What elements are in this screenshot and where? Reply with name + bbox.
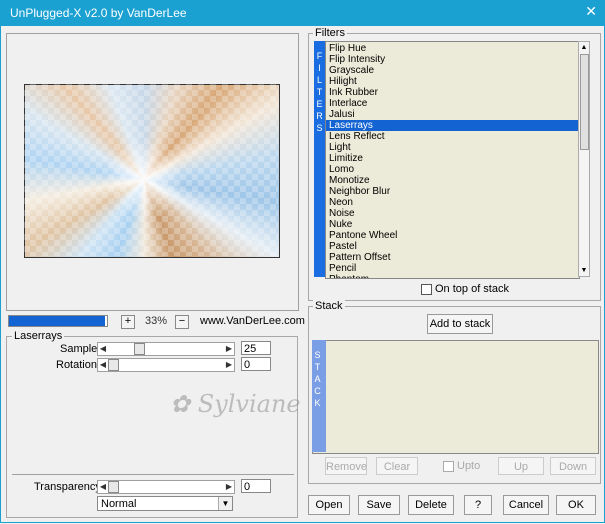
filters-scrollbar[interactable]: ▲ ▼: [578, 41, 590, 277]
filter-item[interactable]: Pattern Offset: [329, 252, 391, 263]
divider: [12, 474, 294, 475]
sample-slider-thumb[interactable]: [134, 343, 145, 355]
clear-button[interactable]: Clear: [376, 457, 418, 475]
filter-item[interactable]: Light: [329, 142, 351, 153]
filter-item[interactable]: Flip Intensity: [329, 54, 385, 65]
scrollbar-thumb[interactable]: [580, 54, 589, 150]
save-button[interactable]: Save: [358, 495, 400, 515]
filter-item[interactable]: Interlace: [329, 98, 367, 109]
filter-item[interactable]: Hilight: [329, 76, 357, 87]
upto-label: Upto: [457, 460, 481, 472]
slider-left-arrow-icon[interactable]: ◀: [98, 359, 108, 371]
website-link[interactable]: www.VanDerLee.com: [200, 315, 305, 327]
filter-item[interactable]: Lens Reflect: [329, 131, 385, 142]
side-letter: K: [314, 398, 321, 408]
rotation-slider-thumb[interactable]: [108, 359, 119, 371]
close-icon[interactable]: ✕: [585, 3, 597, 20]
side-letter: C: [314, 386, 321, 396]
slider-right-arrow-icon[interactable]: ▶: [224, 343, 234, 355]
transparency-slider-thumb[interactable]: [108, 481, 119, 493]
side-letter: A: [314, 374, 321, 384]
side-letter: E: [316, 99, 323, 109]
filter-item[interactable]: Laserrays: [326, 120, 579, 131]
blend-mode-value: Normal: [101, 498, 137, 510]
scroll-up-arrow-icon[interactable]: ▲: [579, 42, 589, 53]
side-letter: S: [314, 350, 321, 360]
transparency-checker: [24, 84, 278, 256]
side-letter: T: [316, 87, 323, 97]
open-button[interactable]: Open: [308, 495, 350, 515]
sample-slider[interactable]: ◀ ▶: [97, 342, 235, 356]
filter-item[interactable]: Pantone Wheel: [329, 230, 397, 241]
side-letter: S: [316, 123, 323, 133]
zoom-level: 33%: [145, 315, 168, 327]
stack-group-label: Stack: [313, 300, 345, 312]
side-letter: R: [316, 111, 323, 121]
help-button[interactable]: ?: [464, 495, 492, 515]
filter-item[interactable]: Neighbor Blur: [329, 186, 390, 197]
rotation-slider[interactable]: ◀ ▶: [97, 358, 235, 372]
on-top-label: On top of stack: [435, 283, 509, 295]
filter-item[interactable]: Grayscale: [329, 65, 374, 76]
transparency-value-field[interactable]: 0: [241, 479, 271, 493]
sample-label: Sample: [60, 343, 98, 355]
remove-button[interactable]: Remove: [325, 457, 367, 475]
progress-fill: [9, 316, 105, 326]
filter-item[interactable]: Lomo: [329, 164, 354, 175]
filter-item[interactable]: Phantom: [329, 274, 369, 278]
rotation-label: Rotation: [56, 359, 97, 371]
zoom-out-button[interactable]: −: [175, 315, 189, 329]
on-top-checkbox[interactable]: [421, 284, 432, 295]
transparency-label: Transparency: [34, 481, 101, 493]
parameters-group-label: Laserrays: [12, 330, 65, 342]
filter-item[interactable]: Noise: [329, 208, 355, 219]
transparency-slider[interactable]: ◀ ▶: [97, 480, 235, 494]
zoom-in-button[interactable]: +: [121, 315, 135, 329]
blend-mode-select[interactable]: Normal ▼: [97, 496, 233, 511]
slider-left-arrow-icon[interactable]: ◀: [98, 343, 108, 355]
ok-button[interactable]: OK: [556, 495, 596, 515]
filter-item[interactable]: Neon: [329, 197, 353, 208]
stack-side-band: STACK: [312, 340, 326, 452]
watermark: ✿ Sylviane: [170, 390, 301, 418]
filters-list[interactable]: Flip Hue Flip Intensity Grayscale Hilight In…: [325, 41, 580, 279]
slider-left-arrow-icon[interactable]: ◀: [98, 481, 108, 493]
cancel-button[interactable]: Cancel: [503, 495, 549, 515]
sample-value-field[interactable]: 25: [241, 341, 271, 355]
filter-item[interactable]: Pastel: [329, 241, 357, 252]
filter-item[interactable]: Ink Rubber: [329, 87, 378, 98]
up-button[interactable]: Up: [498, 457, 544, 475]
side-letter: T: [314, 362, 321, 372]
filters-group-label: Filters: [313, 27, 347, 39]
rotation-value-field[interactable]: 0: [241, 357, 271, 371]
filter-item[interactable]: Jalusi: [329, 109, 355, 120]
filter-item[interactable]: Monotize: [329, 175, 370, 186]
window-title: UnPlugged-X v2.0 by VanDerLee: [10, 6, 187, 20]
side-letter: L: [316, 75, 322, 85]
filter-item[interactable]: Nuke: [329, 219, 352, 230]
delete-button[interactable]: Delete: [408, 495, 454, 515]
scroll-down-arrow-icon[interactable]: ▼: [579, 265, 589, 276]
filter-item[interactable]: Pencil: [329, 263, 356, 274]
upto-checkbox[interactable]: [443, 461, 454, 472]
slider-right-arrow-icon[interactable]: ▶: [224, 359, 234, 371]
add-to-stack-button[interactable]: Add to stack: [427, 314, 493, 334]
filters-side-band: FILTERS: [314, 41, 325, 277]
down-button[interactable]: Down: [550, 457, 596, 475]
side-letter: I: [318, 63, 321, 73]
slider-right-arrow-icon[interactable]: ▶: [224, 481, 234, 493]
filter-item[interactable]: Limitize: [329, 153, 363, 164]
chevron-down-icon[interactable]: ▼: [218, 497, 232, 510]
filter-item[interactable]: Flip Hue: [329, 43, 366, 54]
stack-list[interactable]: [312, 340, 599, 454]
side-letter: F: [316, 51, 323, 61]
